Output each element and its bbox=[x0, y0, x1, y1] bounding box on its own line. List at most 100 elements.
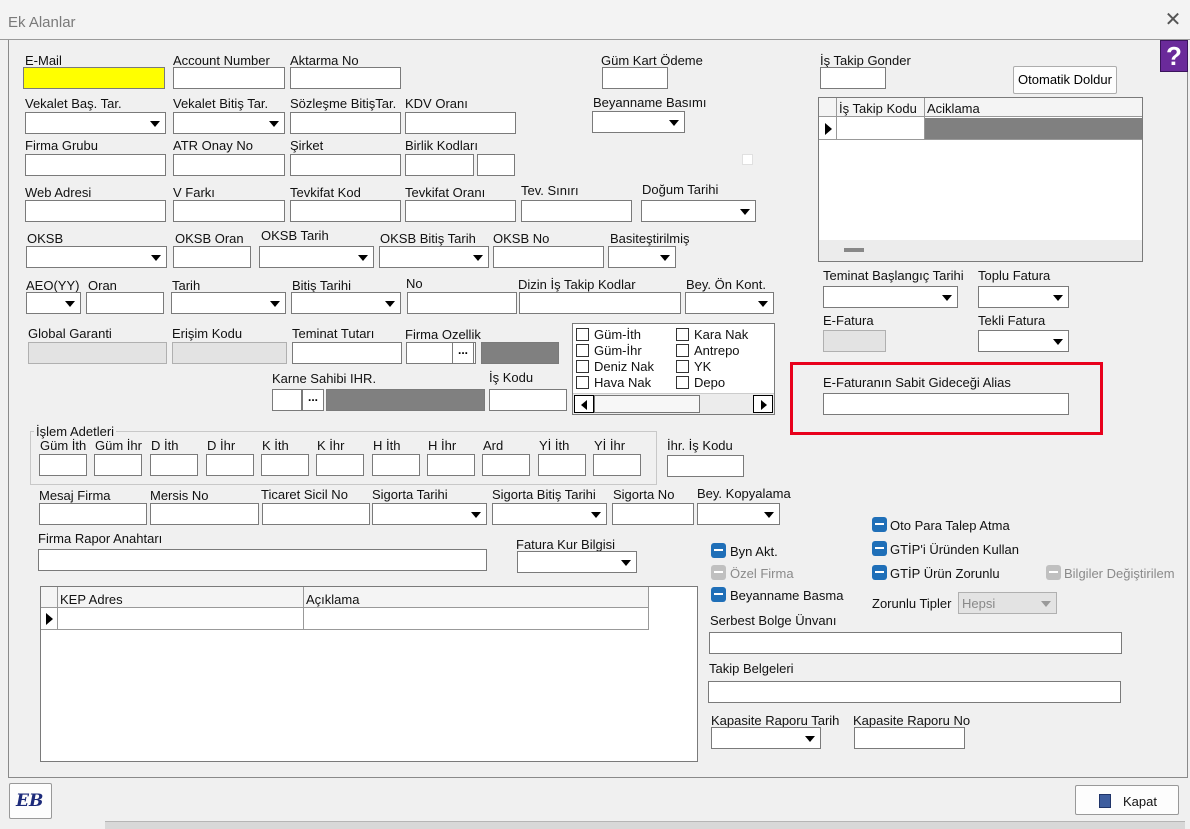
bilgiler-checkbox[interactable] bbox=[1046, 565, 1061, 580]
scrollbar-thumb[interactable] bbox=[594, 395, 700, 413]
islem-adet-input[interactable] bbox=[482, 454, 530, 476]
is-kodu-input[interactable] bbox=[489, 389, 567, 411]
erisim-kodu-input[interactable] bbox=[172, 342, 287, 364]
e-fatura-alias-input[interactable] bbox=[823, 393, 1069, 415]
fatura-kur-combo[interactable] bbox=[517, 551, 637, 573]
grid-scrollbar[interactable] bbox=[819, 240, 1142, 261]
firma-ozellik-dots-button[interactable]: ... bbox=[452, 342, 474, 364]
kapasite-tarih-combo[interactable] bbox=[711, 727, 821, 749]
oksb-combo[interactable] bbox=[26, 246, 167, 268]
ticaret-sicil-input[interactable] bbox=[262, 503, 370, 525]
islem-adet-input[interactable] bbox=[261, 454, 309, 476]
kdv-orani-input[interactable] bbox=[405, 112, 516, 134]
bey-kopyalama-combo[interactable] bbox=[697, 503, 780, 525]
tasima-checkbox[interactable] bbox=[676, 376, 689, 389]
kep-grid[interactable]: KEP Adres Açıklama bbox=[40, 586, 698, 762]
mersis-no-input[interactable] bbox=[150, 503, 259, 525]
beyanname-basimi-combo[interactable] bbox=[592, 111, 685, 133]
vekalet-bas-combo[interactable] bbox=[25, 112, 166, 134]
help-icon[interactable]: ? bbox=[1160, 40, 1188, 72]
kapasite-no-input[interactable] bbox=[854, 727, 965, 749]
teminat-tutari-input[interactable] bbox=[292, 342, 402, 364]
v-farki-input[interactable] bbox=[173, 200, 285, 222]
islem-adet-input[interactable] bbox=[39, 454, 87, 476]
gtip-zorunlu-checkbox[interactable] bbox=[872, 565, 887, 580]
kapat-button[interactable]: Kapat bbox=[1075, 785, 1179, 815]
account-number-input[interactable] bbox=[173, 67, 285, 89]
oto-para-checkbox[interactable] bbox=[872, 517, 887, 532]
karne-sahibi-input[interactable] bbox=[272, 389, 302, 411]
scroll-left-button[interactable] bbox=[574, 395, 594, 413]
otomatik-doldur-button[interactable]: Otomatik Doldur bbox=[1013, 66, 1117, 94]
takip-belgeleri-input[interactable] bbox=[708, 681, 1121, 703]
beyanname-basma-checkbox[interactable] bbox=[711, 587, 726, 602]
tasima-checkbox[interactable] bbox=[576, 328, 589, 341]
tasima-checkbox[interactable] bbox=[576, 376, 589, 389]
web-adresi-input[interactable] bbox=[25, 200, 166, 222]
sigorta-bitis-combo[interactable] bbox=[492, 503, 607, 525]
vekalet-bitis-combo[interactable] bbox=[173, 112, 285, 134]
global-garanti-input[interactable] bbox=[28, 342, 167, 364]
firma-grubu-input[interactable] bbox=[25, 154, 166, 176]
no-input[interactable] bbox=[407, 292, 517, 314]
sirket-input[interactable] bbox=[290, 154, 401, 176]
islem-adet-input[interactable] bbox=[206, 454, 254, 476]
basitestirilmis-combo[interactable] bbox=[608, 246, 676, 268]
oksb-tarih-combo[interactable] bbox=[259, 246, 374, 268]
gtip-urun-kullan-checkbox[interactable] bbox=[872, 541, 887, 556]
atr-onay-no-input[interactable] bbox=[173, 154, 285, 176]
teminat-baslangic-combo[interactable] bbox=[823, 286, 958, 308]
islem-adet-input[interactable] bbox=[372, 454, 420, 476]
scrollbar-thumb[interactable] bbox=[844, 248, 864, 252]
mesaj-firma-input[interactable] bbox=[39, 503, 147, 525]
e-fatura-input[interactable] bbox=[823, 330, 886, 352]
gum-kart-odeme-input[interactable] bbox=[602, 67, 668, 89]
tasima-scrollbar[interactable] bbox=[573, 393, 774, 414]
sozlesme-bitis-input[interactable] bbox=[290, 112, 401, 134]
is-takip-selected-cell[interactable] bbox=[925, 118, 1142, 139]
scroll-right-button[interactable] bbox=[753, 395, 773, 413]
aktarma-no-input[interactable] bbox=[290, 67, 401, 89]
oksb-oran-input[interactable] bbox=[173, 246, 251, 268]
islem-adet-input[interactable] bbox=[593, 454, 641, 476]
tasima-checkbox[interactable] bbox=[676, 328, 689, 341]
is-takip-grid[interactable]: İş Takip Kodu Aciklama bbox=[818, 97, 1143, 262]
tasima-checkbox[interactable] bbox=[676, 344, 689, 357]
ozel-firma-checkbox[interactable] bbox=[711, 565, 726, 580]
dogum-tarihi-combo[interactable] bbox=[641, 200, 756, 222]
dizin-is-takip-input[interactable] bbox=[519, 292, 681, 314]
close-icon[interactable]: ✕ bbox=[1162, 9, 1184, 31]
zorunlu-tipler-combo[interactable]: Hepsi bbox=[958, 592, 1057, 614]
serbest-bolge-input[interactable] bbox=[709, 632, 1122, 654]
sigorta-tarihi-combo[interactable] bbox=[372, 503, 487, 525]
firma-rapor-input[interactable] bbox=[38, 549, 487, 571]
email-input[interactable] bbox=[23, 67, 165, 89]
aeo-yy-combo[interactable] bbox=[26, 292, 81, 314]
islem-adet-input[interactable] bbox=[150, 454, 198, 476]
islem-adet-input[interactable] bbox=[94, 454, 142, 476]
birlik-kodlari-input-2[interactable] bbox=[477, 154, 515, 176]
byn-akt-checkbox[interactable] bbox=[711, 543, 726, 558]
islem-adet-input[interactable] bbox=[427, 454, 475, 476]
tasima-checkbox[interactable] bbox=[676, 360, 689, 373]
karne-sahibi-dots-button[interactable]: ... bbox=[302, 389, 324, 411]
oran-input[interactable] bbox=[86, 292, 164, 314]
bey-on-kont-combo[interactable] bbox=[685, 292, 774, 314]
ihr-is-kodu-input[interactable] bbox=[667, 455, 744, 477]
tekli-fatura-combo[interactable] bbox=[978, 330, 1069, 352]
tevkifat-orani-input[interactable] bbox=[405, 200, 516, 222]
eb-logo-button[interactable]: EB bbox=[9, 783, 52, 819]
tasima-checkbox[interactable] bbox=[576, 344, 589, 357]
islem-adet-input[interactable] bbox=[316, 454, 364, 476]
toplu-fatura-combo[interactable] bbox=[978, 286, 1069, 308]
tasima-checkbox[interactable] bbox=[576, 360, 589, 373]
tarih-combo[interactable] bbox=[171, 292, 286, 314]
tevkifat-kod-input[interactable] bbox=[290, 200, 401, 222]
tev-siniri-input[interactable] bbox=[521, 200, 632, 222]
islem-adet-input[interactable] bbox=[538, 454, 586, 476]
sigorta-no-input[interactable] bbox=[612, 503, 694, 525]
oksb-no-input[interactable] bbox=[493, 246, 604, 268]
bitis-tarihi-combo[interactable] bbox=[291, 292, 401, 314]
oksb-bitis-tarih-combo[interactable] bbox=[379, 246, 489, 268]
birlik-kodlari-input-1[interactable] bbox=[405, 154, 474, 176]
